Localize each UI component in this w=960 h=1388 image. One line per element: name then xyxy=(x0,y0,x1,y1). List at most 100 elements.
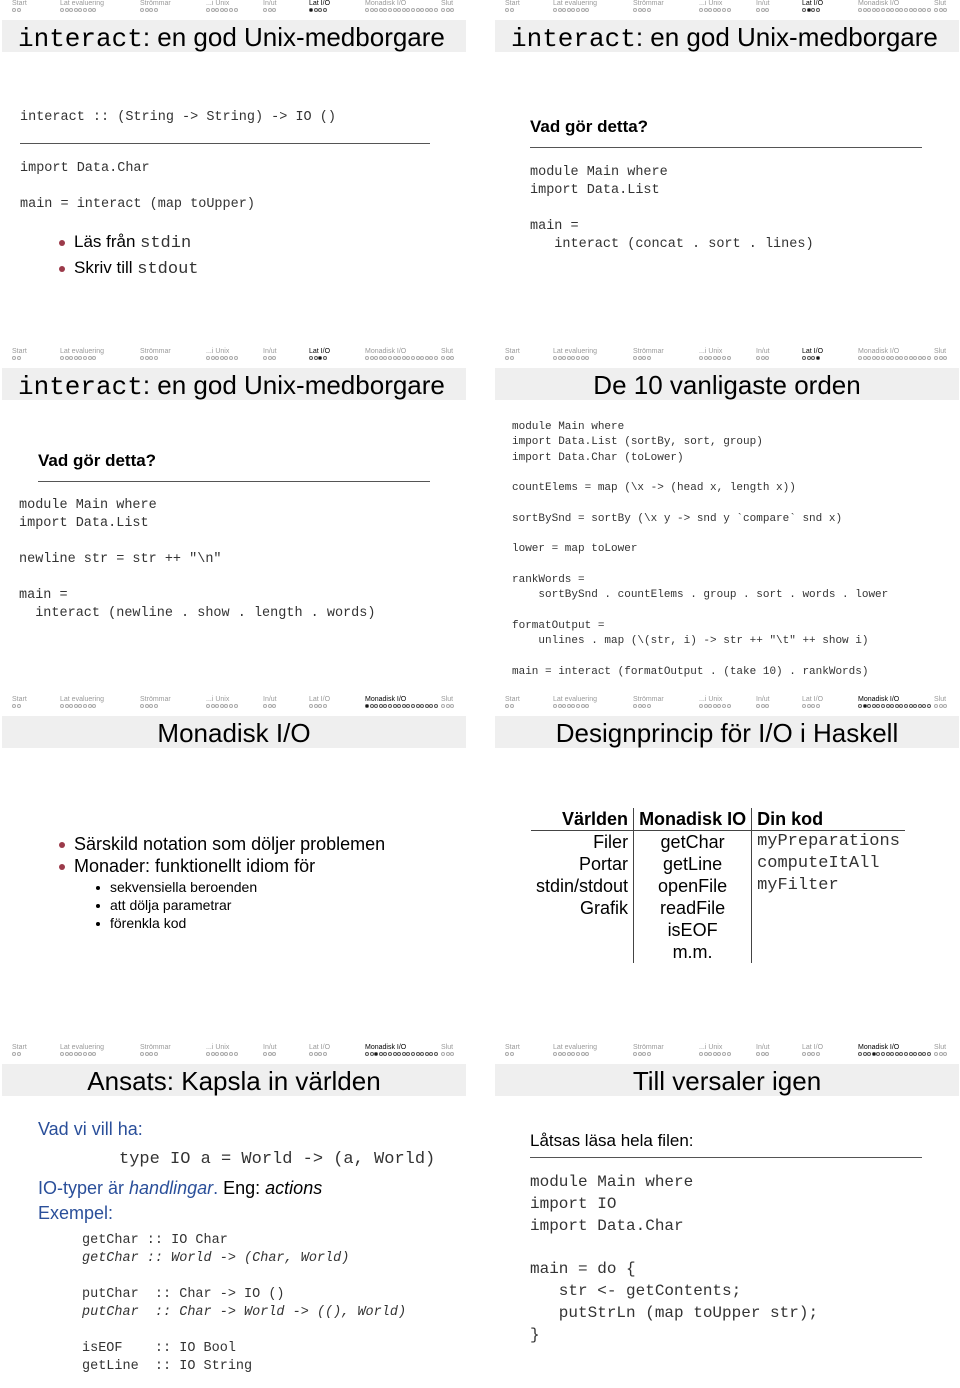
nav-frame-dot[interactable] xyxy=(450,704,455,708)
nav-frame-dot[interactable] xyxy=(585,1052,590,1056)
nav-frame-dot[interactable] xyxy=(908,704,913,708)
nav-section-label[interactable]: ...i Unix xyxy=(699,696,722,703)
nav-section[interactable]: Lat I/O xyxy=(309,1044,330,1059)
nav-frame-dot[interactable] xyxy=(726,8,731,12)
nav-section[interactable]: Monadisk I/O xyxy=(858,1044,932,1059)
nav-frame-dot[interactable] xyxy=(406,8,411,12)
nav-frame-dot[interactable] xyxy=(60,356,64,360)
nav-frame-dot[interactable] xyxy=(263,1052,267,1056)
nav-section[interactable]: Strömmar xyxy=(633,696,664,711)
nav-frame-dot[interactable] xyxy=(934,1052,938,1056)
nav-frame-dot[interactable] xyxy=(934,704,938,708)
nav-frame-dot[interactable] xyxy=(369,356,374,360)
nav-section-label[interactable]: Monadisk I/O xyxy=(858,696,899,703)
nav-frame-dot[interactable] xyxy=(365,8,369,12)
nav-section-label[interactable]: Lat evaluering xyxy=(553,348,597,355)
nav-frame-dot[interactable] xyxy=(571,1052,576,1056)
nav-frame-dot[interactable] xyxy=(378,8,383,12)
nav-frame-dot[interactable] xyxy=(926,356,931,360)
nav-frame-dot[interactable] xyxy=(78,356,83,360)
nav-frame-dot[interactable] xyxy=(313,356,318,360)
nav-section[interactable]: ...i Unix xyxy=(699,348,731,363)
nav-frame-dot[interactable] xyxy=(885,1052,890,1056)
nav-frame-dot[interactable] xyxy=(73,1052,78,1056)
nav-section[interactable]: Slut xyxy=(441,0,455,15)
nav-frame-dot[interactable] xyxy=(703,356,708,360)
nav-frame-dot[interactable] xyxy=(92,1052,97,1056)
nav-section-label[interactable]: Lat I/O xyxy=(802,1044,823,1051)
nav-frame-dot[interactable] xyxy=(140,1052,144,1056)
nav-frame-dot[interactable] xyxy=(78,1052,83,1056)
nav-frame-dot[interactable] xyxy=(880,704,885,708)
nav-section[interactable]: Strömmar xyxy=(633,1044,664,1059)
nav-bar[interactable]: Start Lat evaluering Strömmar ...i Unix In/u… xyxy=(0,348,467,366)
nav-frame-dot[interactable] xyxy=(562,1052,567,1056)
nav-frame-dot[interactable] xyxy=(233,8,238,12)
nav-section-label[interactable]: Lat I/O xyxy=(309,696,330,703)
nav-frame-dot[interactable] xyxy=(445,1052,450,1056)
nav-frame-dot[interactable] xyxy=(708,704,713,708)
nav-section[interactable]: Slut xyxy=(934,696,948,711)
nav-frame-dot[interactable] xyxy=(420,704,425,708)
nav-frame-dot[interactable] xyxy=(903,1052,908,1056)
nav-section[interactable]: Lat evaluering xyxy=(553,0,597,15)
nav-section-label[interactable]: Start xyxy=(505,0,520,7)
nav-frame-dot[interactable] xyxy=(450,1052,455,1056)
nav-section-label[interactable]: Monadisk I/O xyxy=(858,348,899,355)
nav-frame-dot[interactable] xyxy=(401,8,406,12)
nav-frame-dot[interactable] xyxy=(153,8,158,12)
nav-section-label[interactable]: Start xyxy=(12,696,27,703)
nav-section-label[interactable]: In/ut xyxy=(263,348,277,355)
nav-frame-dot[interactable] xyxy=(699,356,703,360)
nav-frame-dot[interactable] xyxy=(699,8,703,12)
nav-section[interactable]: Lat I/O xyxy=(309,0,330,15)
nav-section[interactable]: In/ut xyxy=(756,348,770,363)
nav-section[interactable]: In/ut xyxy=(756,696,770,711)
nav-frame-dot[interactable] xyxy=(858,704,862,708)
nav-section[interactable]: Lat I/O xyxy=(309,696,330,711)
nav-frame-dot[interactable] xyxy=(228,8,233,12)
nav-frame-dot[interactable] xyxy=(92,356,97,360)
nav-frame-dot[interactable] xyxy=(580,704,585,708)
nav-frame-dot[interactable] xyxy=(934,8,938,12)
nav-frame-dot[interactable] xyxy=(69,704,74,708)
nav-section-label[interactable]: Start xyxy=(505,348,520,355)
nav-frame-dot[interactable] xyxy=(760,356,765,360)
nav-frame-dot[interactable] xyxy=(802,356,806,360)
nav-section-label[interactable]: Lat evaluering xyxy=(553,0,597,7)
nav-frame-dot[interactable] xyxy=(140,8,144,12)
nav-frame-dot[interactable] xyxy=(365,356,369,360)
nav-frame-dot[interactable] xyxy=(16,356,21,360)
nav-frame-dot[interactable] xyxy=(12,704,16,708)
nav-frame-dot[interactable] xyxy=(802,704,806,708)
nav-frame-dot[interactable] xyxy=(420,356,425,360)
nav-section-label[interactable]: In/ut xyxy=(756,348,770,355)
nav-frame-dot[interactable] xyxy=(383,8,388,12)
nav-section[interactable]: Lat evaluering xyxy=(553,1044,597,1059)
nav-frame-dot[interactable] xyxy=(219,356,224,360)
nav-frame-dot[interactable] xyxy=(637,356,642,360)
nav-section-label[interactable]: Slut xyxy=(934,348,946,355)
nav-frame-dot[interactable] xyxy=(318,704,323,708)
nav-frame-dot[interactable] xyxy=(206,704,210,708)
nav-section[interactable]: ...i Unix xyxy=(699,1044,731,1059)
nav-section[interactable]: Monadisk I/O xyxy=(365,0,439,15)
nav-frame-dot[interactable] xyxy=(922,8,927,12)
nav-frame-dot[interactable] xyxy=(566,8,571,12)
nav-section-label[interactable]: Lat I/O xyxy=(309,0,330,7)
nav-frame-dot[interactable] xyxy=(445,356,450,360)
nav-section[interactable]: In/ut xyxy=(756,1044,770,1059)
nav-frame-dot[interactable] xyxy=(415,356,420,360)
nav-frame-dot[interactable] xyxy=(557,356,562,360)
nav-frame-dot[interactable] xyxy=(267,704,272,708)
nav-frame-dot[interactable] xyxy=(908,8,913,12)
nav-frame-dot[interactable] xyxy=(890,704,895,708)
nav-frame-dot[interactable] xyxy=(433,8,438,12)
nav-frame-dot[interactable] xyxy=(703,704,708,708)
nav-frame-dot[interactable] xyxy=(806,1052,811,1056)
nav-frame-dot[interactable] xyxy=(717,704,722,708)
nav-frame-dot[interactable] xyxy=(441,704,445,708)
nav-frame-dot[interactable] xyxy=(885,356,890,360)
nav-frame-dot[interactable] xyxy=(397,1052,402,1056)
nav-frame-dot[interactable] xyxy=(575,8,580,12)
